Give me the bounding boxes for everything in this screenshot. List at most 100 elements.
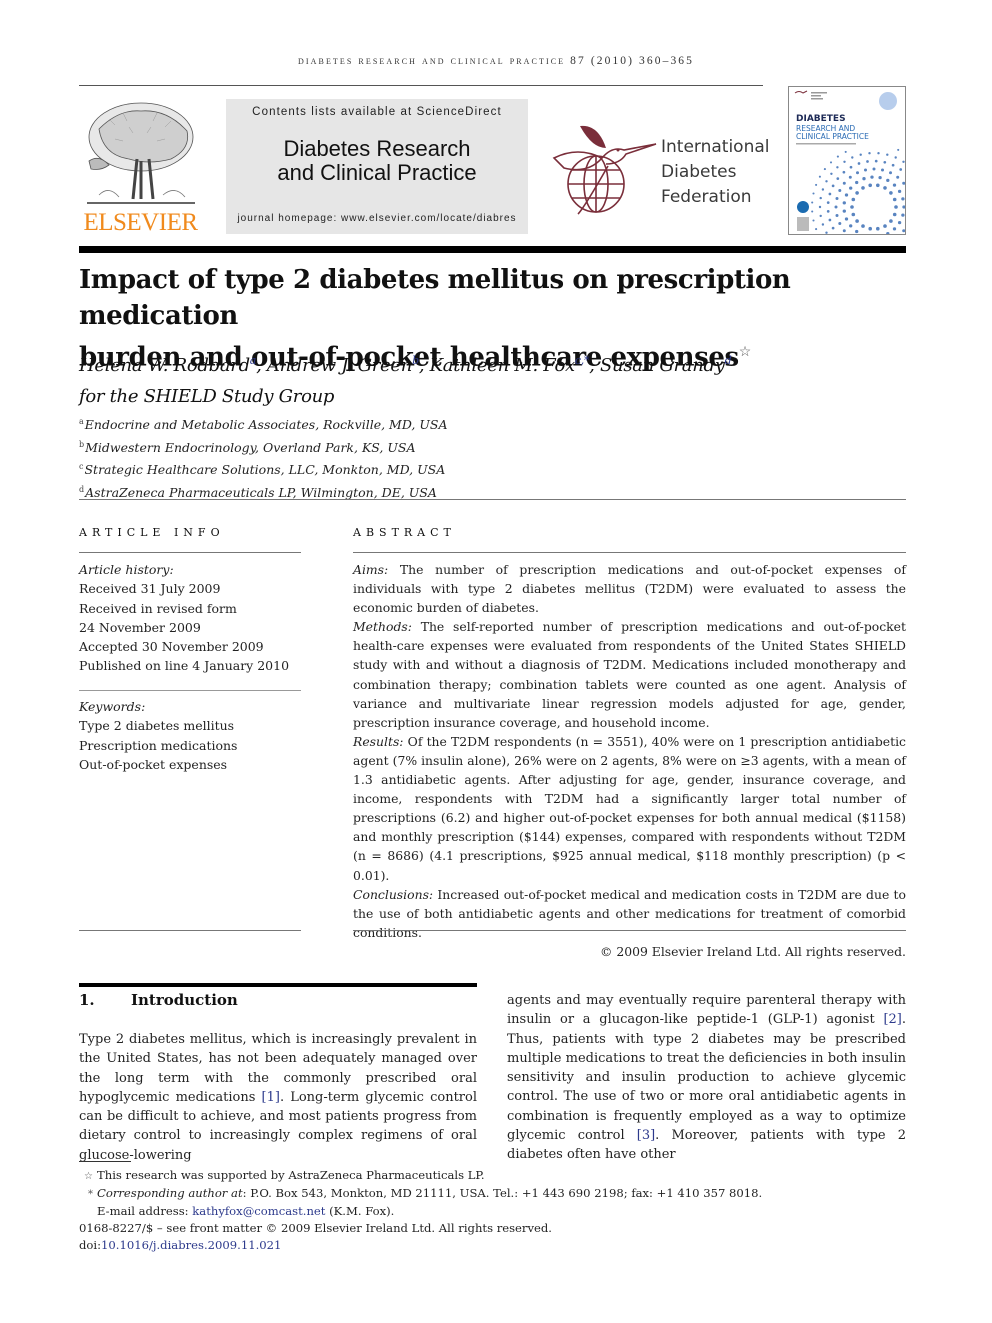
keywords: Keywords: Type 2 diabetes mellitus Presc… bbox=[79, 697, 237, 774]
article-info-bottom-rule bbox=[79, 930, 301, 931]
affiliation-text: Midwestern Endocrinology, Overland Park,… bbox=[85, 439, 416, 455]
affiliation-link[interactable]: a bbox=[250, 354, 257, 367]
affiliation-link[interactable]: c,* bbox=[575, 354, 590, 367]
journal-title-line2: and Clinical Practice bbox=[277, 160, 477, 185]
elsevier-logo[interactable]: ELSEVIER bbox=[79, 99, 202, 237]
article-info-heading: ARTICLE INFO bbox=[79, 526, 225, 539]
doi-link[interactable]: 10.1016/j.diabres.2009.11.021 bbox=[101, 1238, 281, 1252]
cover-dots-icon bbox=[794, 90, 905, 234]
keywords-rule bbox=[79, 690, 301, 691]
body-text: . Thus, patients with type 2 diabetes ma… bbox=[507, 1012, 906, 1144]
idf-line: Federation bbox=[661, 187, 752, 207]
tree-icon bbox=[87, 102, 195, 204]
affiliation: bMidwestern Endocrinology, Overland Park… bbox=[79, 435, 448, 458]
running-head: DIABETES RESEARCH AND CLINICAL PRACTICE … bbox=[297, 55, 694, 67]
corresponding-footnote: * Corresponding author at: P.O. Box 543, … bbox=[79, 1185, 762, 1203]
corresponding-label: Corresponding author at bbox=[97, 1186, 243, 1200]
footnote-rule bbox=[79, 1161, 131, 1162]
section-heading: 1. Introduction bbox=[79, 991, 238, 1009]
email-suffix: (K.M. Fox). bbox=[325, 1204, 395, 1218]
elsevier-wordmark: ELSEVIER bbox=[83, 209, 198, 236]
funding-text: This research was supported by AstraZene… bbox=[97, 1168, 485, 1182]
cover-subtitle-line: CLINICAL PRACTICE bbox=[796, 132, 869, 141]
citation-link[interactable]: [2] bbox=[883, 1012, 901, 1027]
affiliation-link[interactable]: d bbox=[725, 354, 732, 367]
corresponding-text: : P.O. Box 543, Monkton, MD 21111, USA. … bbox=[242, 1186, 763, 1200]
article-history: Article history: Received 31 July 2009 R… bbox=[79, 560, 289, 676]
doi-label: doi: bbox=[79, 1238, 102, 1252]
abstract-body: Aims: The number of prescription medicat… bbox=[353, 560, 906, 961]
keyword: Prescription medications bbox=[79, 737, 238, 753]
email-line: E-mail address: kathyfox@comcast.net (K.… bbox=[79, 1203, 762, 1220]
history-item: Accepted 30 November 2009 bbox=[79, 639, 264, 655]
star-marker: ☆ bbox=[84, 1171, 93, 1182]
abstract-conclusions: Conclusions: Increased out-of-pocket med… bbox=[353, 885, 906, 942]
section-number: 1. bbox=[79, 991, 95, 1009]
affiliation-marker: d bbox=[79, 484, 85, 494]
author-name: Kathleen M. Fox bbox=[429, 355, 576, 376]
email-link[interactable]: kathyfox@comcast.net bbox=[192, 1204, 325, 1218]
body-column-left: Type 2 diabetes mellitus, which is incre… bbox=[79, 1030, 477, 1165]
history-label: Article history: bbox=[79, 562, 174, 577]
conclusions-label: Conclusions: bbox=[353, 886, 434, 902]
journal-homepage-link[interactable]: journal homepage: www.elsevier.com/locat… bbox=[226, 213, 528, 224]
doi-line: doi:10.1016/j.diabres.2009.11.021 bbox=[79, 1237, 762, 1254]
section-rule bbox=[79, 983, 477, 987]
abstract-rule bbox=[353, 552, 906, 553]
methods-label: Methods: bbox=[353, 619, 412, 635]
title-line: Impact of type 2 diabetes mellitus on pr… bbox=[79, 265, 791, 331]
funding-footnote: ☆ This research was supported by AstraZen… bbox=[79, 1167, 762, 1185]
journal-cover-thumbnail[interactable]: DIABETES RESEARCH AND CLINICAL PRACTICE bbox=[788, 86, 906, 235]
abstract-aims: Aims: The number of prescription medicat… bbox=[353, 560, 906, 617]
body-column-right: agents and may eventually require parent… bbox=[507, 991, 906, 1165]
citation-link[interactable]: [1] bbox=[262, 1090, 280, 1105]
affiliation: aEndocrine and Metabolic Associates, Roc… bbox=[79, 412, 448, 435]
author-name: Helena W. Rodbard bbox=[79, 355, 250, 376]
contents-line[interactable]: Contents lists available at ScienceDirec… bbox=[226, 106, 528, 118]
asterisk-marker: * bbox=[88, 1189, 93, 1200]
history-item: Received 31 July 2009 bbox=[79, 581, 221, 597]
keywords-label: Keywords: bbox=[79, 699, 146, 714]
affiliations: aEndocrine and Metabolic Associates, Roc… bbox=[79, 412, 448, 503]
affiliation-text: AstraZeneca Pharmaceuticals LP, Wilmingt… bbox=[85, 485, 437, 501]
aims-text: The number of prescription medications a… bbox=[353, 562, 906, 616]
affiliation-text: Endocrine and Metabolic Associates, Rock… bbox=[84, 417, 448, 433]
journal-title-line1: Diabetes Research bbox=[283, 136, 471, 161]
abstract-heading: ABSTRACT bbox=[353, 526, 456, 539]
author-name: Susan Grandy bbox=[600, 355, 725, 376]
affiliation-text: Strategic Healthcare Solutions, LLC, Mon… bbox=[84, 462, 446, 478]
masthead-rule bbox=[79, 246, 906, 253]
abstract-results: Results: Of the T2DM respondents (n = 35… bbox=[353, 732, 906, 885]
affiliations-rule bbox=[79, 499, 906, 500]
aims-label: Aims: bbox=[353, 562, 389, 577]
body-text: agents and may eventually require parent… bbox=[507, 993, 906, 1028]
results-label: Results: bbox=[353, 733, 404, 749]
funding-footnote-marker[interactable]: ☆ bbox=[739, 344, 752, 360]
author-name: Andrew J. Green bbox=[266, 355, 413, 376]
study-group: for the SHIELD Study Group bbox=[79, 386, 335, 407]
history-item: Received in revised form bbox=[79, 600, 237, 616]
footnotes: ☆ This research was supported by AstraZen… bbox=[79, 1167, 762, 1254]
header-rule bbox=[79, 85, 763, 86]
keyword: Type 2 diabetes mellitus bbox=[79, 718, 235, 734]
affiliation-marker: a bbox=[79, 417, 84, 426]
citation-link[interactable]: [3] bbox=[637, 1128, 655, 1143]
journal-banner: Contents lists available at ScienceDirec… bbox=[226, 99, 528, 234]
methods-text: The self-reported number of prescription… bbox=[353, 619, 906, 730]
conclusions-text: Increased out-of-pocket medical and medi… bbox=[353, 886, 906, 940]
history-item: Published on line 4 January 2010 bbox=[79, 658, 290, 674]
email-label: E-mail address: bbox=[97, 1204, 193, 1218]
affiliation-link[interactable]: b bbox=[412, 354, 419, 367]
abstract-bottom-rule bbox=[353, 930, 906, 931]
journal-title: Diabetes Research and Clinical Practice bbox=[226, 137, 528, 185]
section-title: Introduction bbox=[131, 991, 238, 1009]
abstract-methods: Methods: The self-reported number of pre… bbox=[353, 617, 906, 732]
affiliation-marker: c bbox=[79, 462, 84, 472]
affiliation: cStrategic Healthcare Solutions, LLC, Mo… bbox=[79, 457, 448, 480]
article-info-rule bbox=[79, 552, 301, 553]
cover-title: DIABETES bbox=[796, 114, 846, 124]
abstract-copyright: © 2009 Elsevier Ireland Ltd. All rights … bbox=[600, 943, 906, 959]
idf-line: Diabetes bbox=[661, 162, 737, 182]
idf-bird-globe-icon bbox=[548, 118, 658, 218]
issn-line: 0168-8227/$ – see front matter © 2009 El… bbox=[79, 1221, 552, 1235]
